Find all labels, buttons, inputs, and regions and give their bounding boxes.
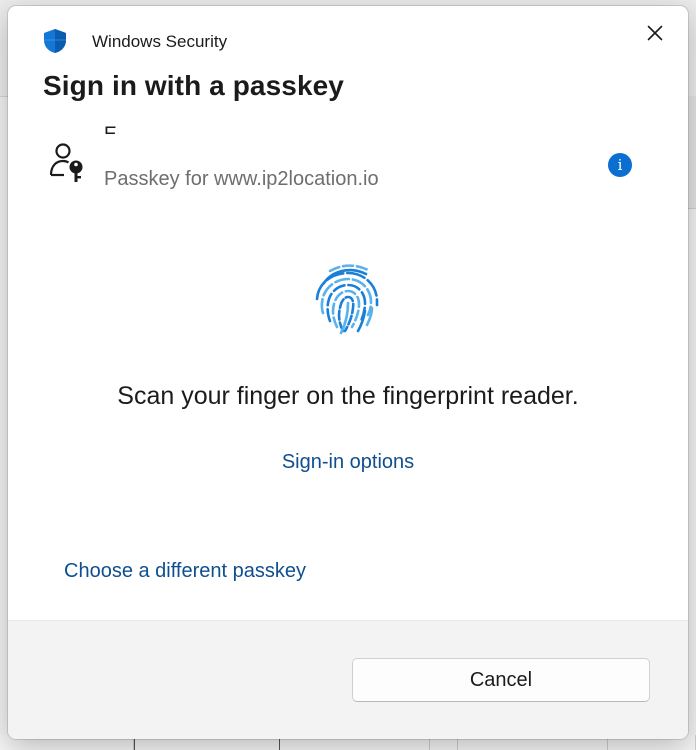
info-glyph: i	[617, 156, 623, 174]
passkey-dialog: Windows Security Sign in with a passkey …	[8, 6, 688, 739]
info-icon[interactable]: i	[608, 153, 632, 177]
cancel-button[interactable]: Cancel	[352, 658, 650, 702]
key-user-icon	[49, 143, 83, 182]
close-icon	[647, 25, 663, 41]
scan-instruction: Scan your finger on the fingerprint read…	[117, 382, 579, 410]
shield-icon	[44, 29, 66, 53]
background-panel	[688, 96, 696, 209]
dialog-footer: Cancel	[8, 620, 688, 739]
choose-different-passkey-link[interactable]: Choose a different passkey	[64, 560, 306, 583]
fingerprint-icon	[315, 264, 379, 335]
passkey-subtitle: Passkey for www.ip2location.io	[104, 168, 379, 190]
title-bar: Windows Security	[8, 6, 688, 66]
close-button[interactable]	[638, 16, 672, 50]
sign-in-options-link[interactable]: Sign-in options	[8, 451, 688, 474]
passkey-item: E . Passkey for www.ip2location.io i	[8, 124, 688, 204]
app-title: Windows Security	[92, 32, 228, 51]
passkey-name: E .	[104, 120, 127, 134]
dialog-heading: Sign in with a passkey	[43, 70, 344, 101]
